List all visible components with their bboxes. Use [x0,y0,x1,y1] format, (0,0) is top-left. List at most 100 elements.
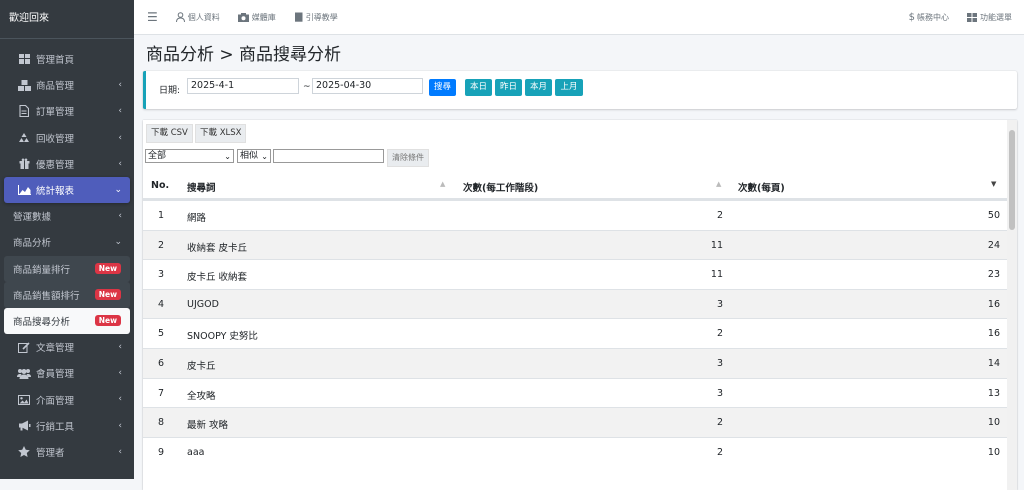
date-separator: ~ [303,82,311,92]
search-button[interactable]: 搜尋 [429,79,456,96]
cell-count-page: 10 [987,417,1000,429]
dollar-icon: $ [908,11,915,23]
start-date-input[interactable]: 2025-4-1 [187,78,299,94]
user-icon [175,12,185,22]
sidebar-nav: 管理首頁 商品管理 ‹ 訂單管理 ‹ 回收管理 ‹ 優惠管理 ‹ 統計報表 ⌄ … [0,39,134,465]
media-label: 媒體庫 [251,12,276,22]
cell-no: 5 [157,328,165,340]
sidebar-item-sales-volume-rank[interactable]: 商品銷量排行 New [4,255,130,282]
sidebar-item-admin[interactable]: 管理者 ‹ [4,439,130,465]
download-xlsx-button[interactable]: 下載 XLSX [195,124,247,143]
sidebar-item-label: 管理者 [36,447,65,459]
chevron-left-icon: ‹ [118,211,122,222]
chevron-left-icon: ‹ [118,368,122,379]
grid-icon [967,12,977,22]
cell-search-term: 網路 [187,213,207,224]
book-icon [294,12,303,22]
sort-up-icon[interactable]: ▲ [440,180,445,188]
sidebar-item-label: 商品管理 [36,81,75,93]
cell-count-session: 3 [716,387,723,399]
header-count-session[interactable]: 次數(每工作階段) [463,180,538,194]
billing-center-link[interactable]: $ 帳務中心 [909,12,949,23]
sidebar-item-marketing[interactable]: 行銷工具 ‹ [4,413,130,439]
cell-count-page: 16 [987,328,1000,340]
this-month-button[interactable]: 本月 [525,79,552,96]
guide-link[interactable]: 引導教學 [294,12,338,23]
menu-toggle-icon[interactable]: ☰ [147,10,158,24]
cell-count-session: 2 [716,446,723,458]
sidebar-item-recycling[interactable]: 回收管理 ‹ [4,125,130,151]
chevron-left-icon: ‹ [118,342,122,353]
sidebar-item-product-analysis[interactable]: 商品分析 ⌄ [4,229,130,255]
header-search-term[interactable]: 搜尋詞 [187,180,216,194]
sidebar-item-promotions[interactable]: 優惠管理 ‹ [4,151,130,177]
chart-area-icon [17,184,31,196]
yesterday-button[interactable]: 昨日 [495,79,522,96]
sidebar-item-operations-data[interactable]: 營運數據 ‹ [4,203,130,229]
sidebar-item-sales-amount-rank[interactable]: 商品銷售額排行 New [4,281,130,308]
clear-filters-button[interactable]: 清除條件 [387,149,429,167]
match-select[interactable]: 相似 ⌄ [237,149,271,163]
today-button[interactable]: 本日 [465,79,492,96]
edit-icon [17,341,31,353]
cell-search-term: SNOOPY 史努比 [187,331,258,343]
top-navbar: ☰ 個人資料 媒體庫 引導教學 $ 帳務中心 功能選單 [134,0,1024,35]
date-filter-card: 日期: 2025-4-1 ~ 2025-04-30 搜尋 本日 昨日 本月 上月 [143,71,1017,109]
sidebar-item-products[interactable]: 商品管理 ‹ [4,72,130,98]
table-row: 7 全攻略 3 13 [143,377,1007,408]
chevron-left-icon: ‹ [118,394,122,405]
cell-no: 7 [157,387,165,399]
cell-count-session: 2 [716,417,723,429]
recycle-icon [17,132,31,144]
chevron-down-icon: ⌄ [114,184,122,195]
cell-count-page: 50 [987,210,1000,221]
table-row: 9 aaa 2 10 [143,436,1007,467]
media-library-link[interactable]: 媒體庫 [237,12,276,23]
field-select-value: 全部 [148,151,167,161]
filter-keyword-input[interactable] [273,149,384,163]
sidebar-item-search-analysis[interactable]: 商品搜尋分析 New [4,307,130,335]
download-csv-button[interactable]: 下載 CSV [146,124,193,143]
sidebar-item-label: 優惠管理 [36,159,75,171]
sidebar-item-members[interactable]: 會員管理 ‹ [4,360,130,386]
sidebar-item-label: 管理首頁 [36,55,75,67]
sidebar: 歡迎回來 管理首頁 商品管理 ‹ 訂單管理 ‹ 回收管理 ‹ 優惠管理 ‹ 統計… [0,0,134,479]
sort-up-icon[interactable]: ▲ [716,180,721,188]
sort-down-icon[interactable]: ▼ [991,180,996,188]
table-row: 1 網路 2 50 [143,200,1007,230]
table-row: 5 SNOOPY 史努比 2 16 [143,318,1007,348]
sidebar-item-articles[interactable]: 文章管理 ‹ [4,334,130,360]
field-select[interactable]: 全部 ⌄ [145,149,234,163]
sidebar-item-label: 營運數據 [13,212,52,224]
cell-search-term: 全攻略 [187,390,216,402]
features-label: 功能選單 [980,12,1012,22]
last-month-button[interactable]: 上月 [555,79,583,96]
chevron-down-icon: ⌄ [114,237,122,248]
cell-count-page: 10 [987,446,1000,458]
features-menu-link[interactable]: 功能選單 [967,12,1012,23]
sidebar-item-reports[interactable]: 統計報表 ⌄ [4,176,130,204]
cell-search-term: UJGOD [187,298,219,310]
date-label: 日期: [159,86,181,96]
table-row: 3 皮卡丘 收納套 11 23 [143,259,1007,289]
table-row: 2 收納套 皮卡丘 11 24 [143,229,1007,260]
chevron-left-icon: ‹ [118,106,122,117]
end-date-input[interactable]: 2025-04-30 [312,78,423,94]
cell-no: 3 [157,269,165,281]
sidebar-item-dashboard[interactable]: 管理首頁 [4,46,130,72]
billing-label: 帳務中心 [917,12,949,22]
scrollbar-thumb[interactable] [1009,130,1015,230]
cell-count-page: 24 [987,239,1000,251]
users-icon [17,367,31,379]
cell-search-term: 收納套 皮卡丘 [187,242,248,254]
sidebar-item-orders[interactable]: 訂單管理 ‹ [4,98,130,124]
sidebar-item-interface[interactable]: 介面管理 ‹ [4,386,130,412]
vertical-scrollbar[interactable] [1007,120,1017,490]
cell-count-session: 3 [716,298,723,310]
sidebar-brand: 歡迎回來 [0,0,134,39]
profile-link[interactable]: 個人資料 [175,12,220,23]
header-count-page[interactable]: 次數(每頁) [738,180,785,194]
header-no[interactable]: No. [151,180,169,191]
table-row: 8 最新 攻略 2 10 [143,407,1007,437]
bullhorn-icon [17,420,31,432]
